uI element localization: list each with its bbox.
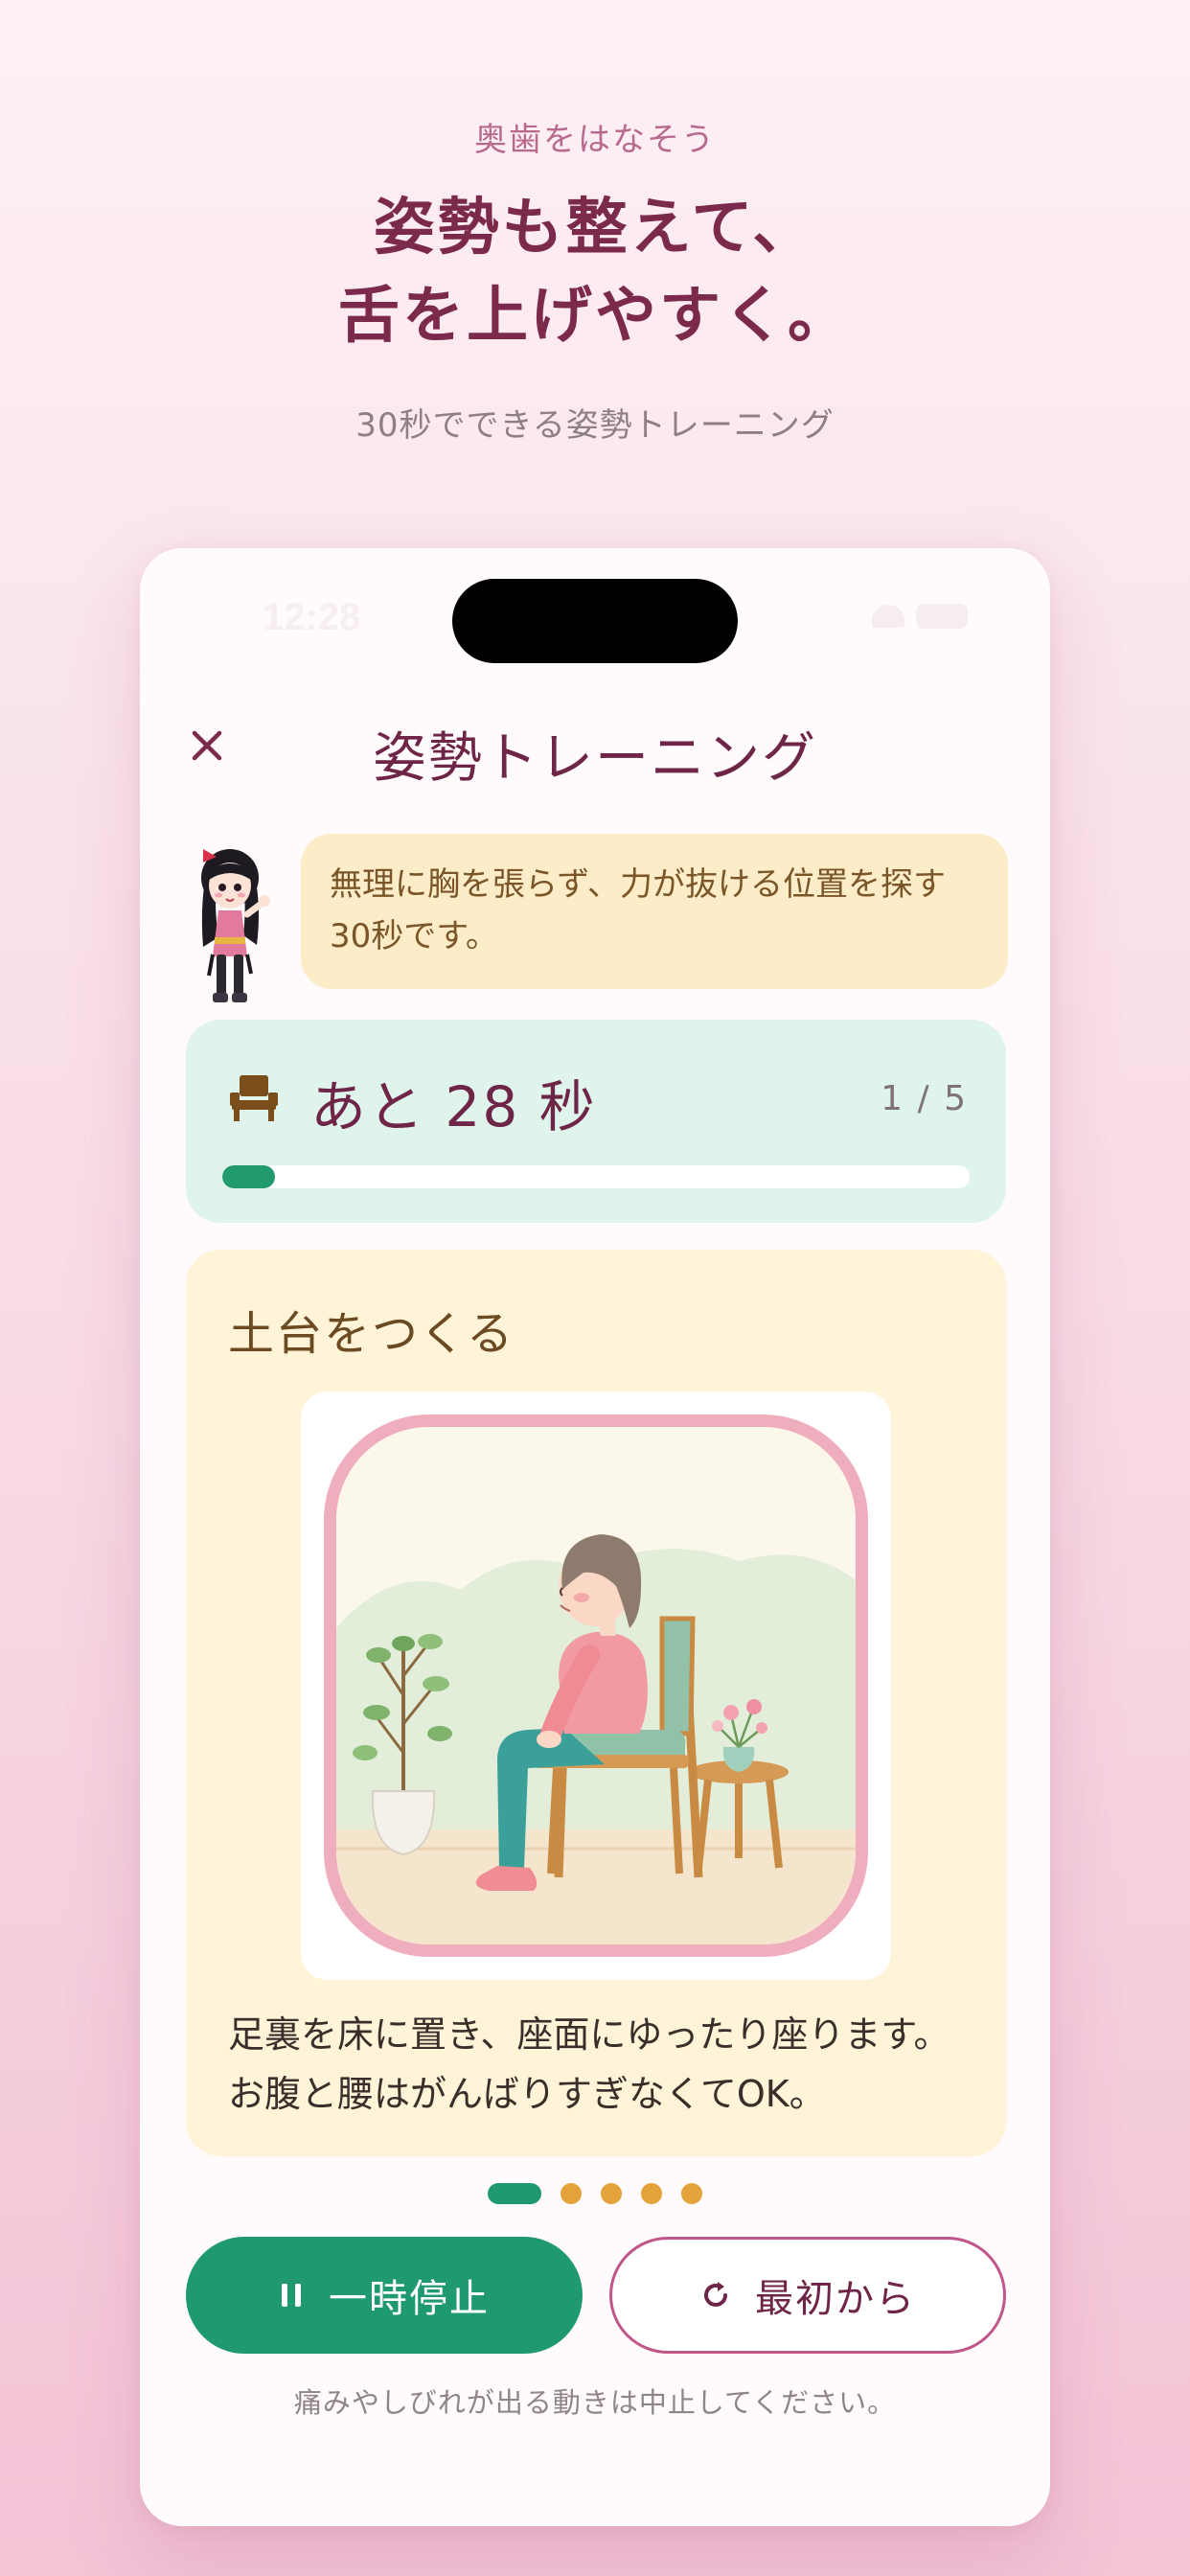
- progress-fill: [222, 1165, 275, 1188]
- pause-button-label: 一時停止: [329, 2277, 490, 2321]
- mascot-avatar: [201, 849, 270, 1002]
- timer-card: あと 28 秒 1 / 5: [186, 1020, 1006, 1223]
- phone-screen: 12:28 姿勢トレーニング 無理に胸を張らず、力が抜ける位置を探す30秒です。: [140, 548, 1050, 2526]
- seated-woman-illustration: [336, 1427, 856, 1944]
- hero-title: 姿勢も整えて、 舌を上げやすく。: [0, 184, 1190, 360]
- hero-title-line2: 舌を上げやすく。: [338, 281, 852, 352]
- status-icons: [872, 604, 968, 629]
- dynamic-island: [452, 579, 738, 663]
- page-dot-3[interactable]: [601, 2183, 622, 2204]
- page-dot-5[interactable]: [681, 2183, 702, 2204]
- step-title: 土台をつくる: [228, 1307, 515, 1361]
- restart-button-label: 最初から: [755, 2277, 916, 2321]
- progress-bar: [222, 1165, 970, 1188]
- page-dot-1[interactable]: [488, 2183, 541, 2204]
- illustration-panel: [301, 1392, 891, 1980]
- step-card: 土台をつくる 足裏を床に置き、座面にゆったり座ります。お腹と腰はがんばりすぎなく…: [186, 1250, 1006, 2156]
- illustration-frame: [324, 1414, 868, 1957]
- hero-title-line1: 姿勢も整えて、: [373, 193, 817, 264]
- mascot-speech-bubble: 無理に胸を張らず、力が抜ける位置を探す30秒です。: [301, 834, 1008, 989]
- step-description: 足裏を床に置き、座面にゆったり座ります。お腹と腰はがんばりすぎなくてOK。: [228, 2013, 950, 2115]
- chair-icon: [230, 1075, 278, 1121]
- pagination-dots: [140, 2183, 1050, 2204]
- battery-icon: [916, 604, 968, 629]
- step-indicator: 1 / 5: [881, 1079, 968, 1118]
- page-dot-2[interactable]: [561, 2183, 582, 2204]
- screen-title: 姿勢トレーニング: [373, 727, 817, 790]
- restart-icon: [704, 2282, 727, 2307]
- pause-icon: [282, 2284, 301, 2307]
- status-time: 12:28: [263, 596, 361, 638]
- safety-note: 痛みやしびれが出る動きは中止してください。: [293, 2386, 897, 2419]
- page-dot-4[interactable]: [641, 2183, 662, 2204]
- hero-eyebrow: 奥歯をはなそう: [474, 121, 716, 159]
- hero-subtitle: 30秒でできる姿勢トレーニング: [355, 406, 835, 445]
- restart-button[interactable]: 最初から: [609, 2237, 1006, 2354]
- pause-button[interactable]: 一時停止: [186, 2237, 583, 2354]
- wifi-icon: [872, 605, 904, 628]
- timer-remaining: あと 28 秒: [310, 1074, 597, 1139]
